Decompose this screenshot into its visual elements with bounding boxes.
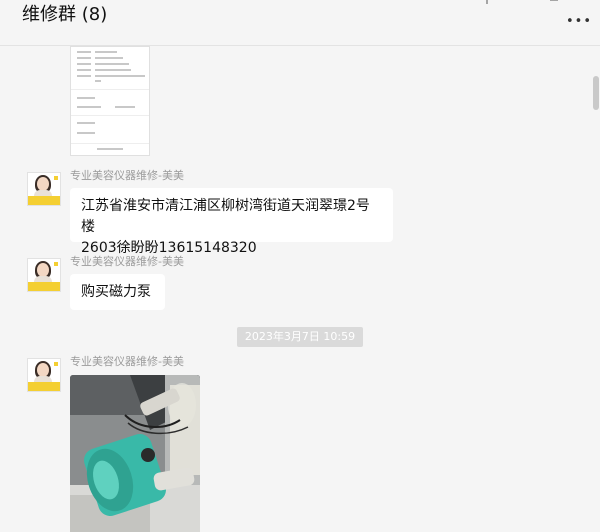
screenshot-image-message[interactable] [70, 46, 150, 156]
sender-name: 专业美容仪器维修-美美 [70, 355, 184, 368]
message-bubble[interactable]: 购买磁力泵 [70, 274, 165, 310]
sender-avatar[interactable] [27, 358, 61, 392]
message-bubble[interactable]: 江苏省淮安市清江浦区柳树湾街道天润翠璟2号楼 2603徐盼盼1361514832… [70, 188, 393, 256]
sender-name: 专业美容仪器维修-美美 [70, 255, 184, 268]
pump-photo-message[interactable] [70, 375, 200, 532]
group-title: 维修群 (8) [22, 4, 108, 25]
maximize-icon[interactable] [548, 0, 560, 6]
minimize-icon[interactable] [485, 0, 497, 6]
sender-avatar[interactable] [27, 258, 61, 292]
more-options-icon[interactable]: ••• [566, 14, 592, 29]
scrollbar-thumb[interactable] [593, 76, 599, 110]
magnetic-pump-photo [70, 375, 200, 532]
message-text: 购买磁力泵 [81, 284, 151, 300]
sender-avatar[interactable] [27, 172, 61, 206]
chat-header: 维修群 (8) ••• [0, 0, 600, 46]
timestamp: 2023年3月7日 10:59 [237, 327, 363, 347]
sender-name: 专业美容仪器维修-美美 [70, 169, 184, 182]
message-list[interactable]: 专业美容仪器维修-美美 江苏省淮安市清江浦区柳树湾街道天润翠璟2号楼 2603徐… [0, 46, 600, 532]
message-text-line: 江苏省淮安市清江浦区柳树湾街道天润翠璟2号楼 [81, 198, 370, 235]
